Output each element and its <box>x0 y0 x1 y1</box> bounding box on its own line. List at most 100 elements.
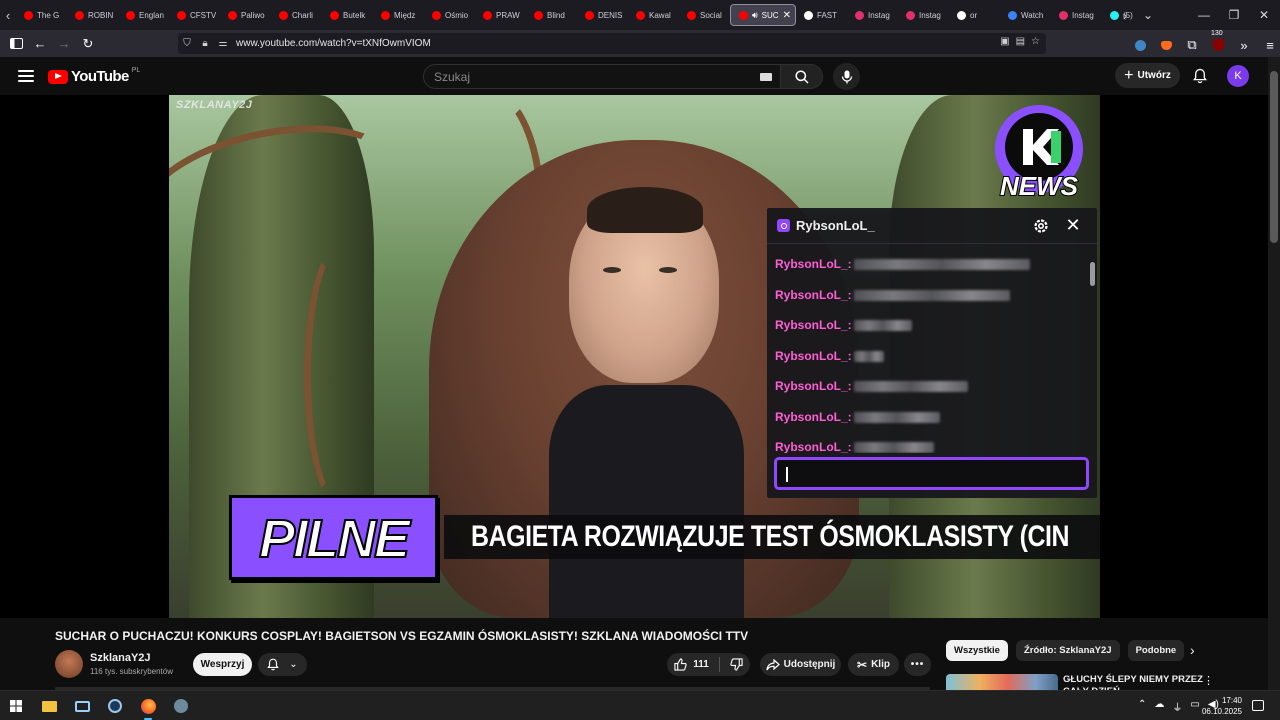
tab-favicon-icon <box>432 10 441 20</box>
browser-tab[interactable]: Watch <box>1000 4 1051 26</box>
browser-tab[interactable]: FAST <box>796 4 847 26</box>
usb-icon[interactable]: ⏚ <box>1172 699 1182 714</box>
tray-overflow-chevron-icon[interactable]: ⌃ <box>1138 699 1146 714</box>
toolbar-extensions: ⧉ » ≡ <box>1128 33 1280 57</box>
browser-tab[interactable]: PRAW <box>475 4 526 26</box>
tab-favicon-icon <box>1008 10 1017 20</box>
close-window-icon[interactable]: ✕ <box>1248 0 1280 30</box>
related-video-thumbnail[interactable] <box>946 674 1058 690</box>
tab-label: FAST <box>817 10 838 20</box>
more-actions-button[interactable]: ••• <box>904 653 931 676</box>
browser-tab[interactable]: Blind <box>526 4 577 26</box>
browser-tab[interactable]: Englan <box>118 4 169 26</box>
gear-icon[interactable] <box>1032 217 1050 235</box>
browser-tab[interactable]: Paliwo <box>220 4 271 26</box>
like-button[interactable]: 111 <box>674 658 709 671</box>
file-explorer-icon[interactable] <box>38 696 60 716</box>
list-all-tabs-icon[interactable]: ⌄ <box>1132 0 1164 30</box>
browser-tab[interactable]: Social <box>679 4 730 26</box>
reload-icon[interactable]: ↻ <box>76 32 100 56</box>
menu-hamburger-icon[interactable] <box>14 64 38 88</box>
tab-label: Butelk <box>343 10 366 20</box>
create-button[interactable]: + Utwórz <box>1115 63 1180 88</box>
video-player[interactable]: SZKLANAY2J NEWS RybsonLoL_ ✕ RybsonLoL_:… <box>0 95 1268 618</box>
subscription-notifications-button[interactable]: ⌄ <box>258 653 307 676</box>
lock-icon[interactable]: 🔒︎ <box>196 38 214 49</box>
browser-tab[interactable]: The G <box>16 4 67 26</box>
extensions-puzzle-icon[interactable]: ⧉ <box>1180 33 1204 57</box>
notifications-bell-icon[interactable] <box>1190 66 1210 86</box>
minimize-icon[interactable]: — <box>1188 0 1220 30</box>
reader-view-icon[interactable]: ▤ <box>1016 36 1025 47</box>
chevron-right-icon[interactable]: › <box>1190 642 1195 658</box>
browser-tab[interactable]: DENIS <box>577 4 628 26</box>
browser-tab[interactable]: Charli <box>271 4 322 26</box>
url-text[interactable]: www.youtube.com/watch?v=tXNfOwmVIOM <box>236 38 431 49</box>
speaker-icon[interactable]: 🔊︎ <box>752 10 758 21</box>
page-scrollbar[interactable] <box>1268 57 1280 690</box>
browser-tab[interactable]: or <box>949 4 1000 26</box>
display-app-icon[interactable] <box>71 696 93 716</box>
app-menu-icon[interactable]: ≡ <box>1258 33 1280 57</box>
back-icon[interactable]: ← <box>28 32 52 56</box>
chip-all[interactable]: Wszystkie <box>946 640 1008 661</box>
browser-tab[interactable]: Instag <box>1051 4 1102 26</box>
support-button[interactable]: Wesprzyj <box>193 653 252 676</box>
bookmark-star-icon[interactable]: ☆ <box>1031 36 1040 47</box>
firefox-icon[interactable] <box>137 696 159 720</box>
chat-message-list[interactable]: RybsonLoL_: RybsonLoL_: RybsonLoL_: Rybs… <box>767 248 1089 453</box>
fox-extension-icon[interactable] <box>1154 33 1178 57</box>
overflow-menu-chevrons-icon[interactable]: » <box>1232 33 1256 57</box>
notifications-icon[interactable] <box>1252 700 1264 711</box>
chat-input[interactable] <box>774 457 1089 490</box>
restore-icon[interactable]: ❐ <box>1218 0 1250 30</box>
blurred-message-text <box>853 380 968 392</box>
account-avatar[interactable]: K <box>1227 65 1249 87</box>
tab-favicon-icon <box>483 10 492 20</box>
browser-tab[interactable]: Instag <box>898 4 949 26</box>
channel-avatar[interactable] <box>55 650 83 678</box>
windows-start-icon[interactable] <box>5 696 27 716</box>
keyboard-icon[interactable] <box>760 73 772 81</box>
chat-scrollbar[interactable] <box>1090 262 1095 286</box>
like-count: 111 <box>693 659 709 670</box>
onedrive-cloud-icon[interactable]: ☁ <box>1154 699 1164 714</box>
close-icon[interactable]: ✕ <box>1064 216 1082 234</box>
related-more-icon[interactable]: ⋮ <box>1203 674 1214 687</box>
shield-icon[interactable]: ⛉ <box>178 38 196 49</box>
tab-scroll-left-icon[interactable]: ‹ <box>0 0 16 30</box>
network-icon[interactable]: ▭ <box>1190 699 1199 714</box>
chat-message: RybsonLoL_: <box>775 348 884 364</box>
sidebar-toggle-icon[interactable] <box>4 32 28 56</box>
chip-source[interactable]: Źródło: SzklanaY2J <box>1015 640 1120 661</box>
browser-tab[interactable]: Instag <box>847 4 898 26</box>
clip-button[interactable]: ✂ Klip <box>848 653 899 676</box>
browser-tab[interactable]: Ośmio <box>424 4 475 26</box>
tab-active[interactable]: 🔊︎ SUC ✕ <box>730 4 796 26</box>
youtube-logo[interactable]: YouTube PL <box>48 67 140 85</box>
address-bar[interactable]: ⛉ 🔒︎ ⚌ www.youtube.com/watch?v=tXNfOwmVI… <box>178 33 1046 54</box>
share-button[interactable]: Udostępnij <box>760 653 841 676</box>
browser-tab[interactable]: Butelk <box>322 4 373 26</box>
steam-icon[interactable] <box>104 696 126 716</box>
thumbs-down-icon[interactable] <box>730 658 743 671</box>
channel-name[interactable]: SzklanaY2J <box>90 652 151 664</box>
chip-similar[interactable]: Podobne <box>1127 640 1185 661</box>
close-tab-icon[interactable]: ✕ <box>783 10 791 21</box>
scrollbar-thumb[interactable] <box>1270 71 1278 243</box>
browser-tab[interactable]: Międz <box>373 4 424 26</box>
clock[interactable]: 17:40 06.10.2025 <box>1200 695 1242 717</box>
browser-tab[interactable]: ROBIN <box>67 4 118 26</box>
permissions-icon[interactable]: ⚌ <box>214 38 232 49</box>
browser-tab[interactable]: Kawal <box>628 4 679 26</box>
search-input[interactable]: Szukaj <box>423 64 781 89</box>
search-button[interactable] <box>781 64 823 89</box>
tab-scroll-right-icon[interactable]: › <box>1117 0 1133 30</box>
browser-tab[interactable]: CFSTV <box>169 4 220 26</box>
vpn-extension-icon[interactable] <box>1128 33 1152 57</box>
forward-icon[interactable]: → <box>52 32 76 56</box>
voice-search-button[interactable] <box>833 63 860 90</box>
chat-overlay[interactable]: RybsonLoL_ ✕ RybsonLoL_: RybsonLoL_: Ryb… <box>767 208 1097 498</box>
app-icon[interactable] <box>170 696 192 716</box>
picture-in-picture-icon[interactable]: ▣ <box>1000 36 1009 47</box>
